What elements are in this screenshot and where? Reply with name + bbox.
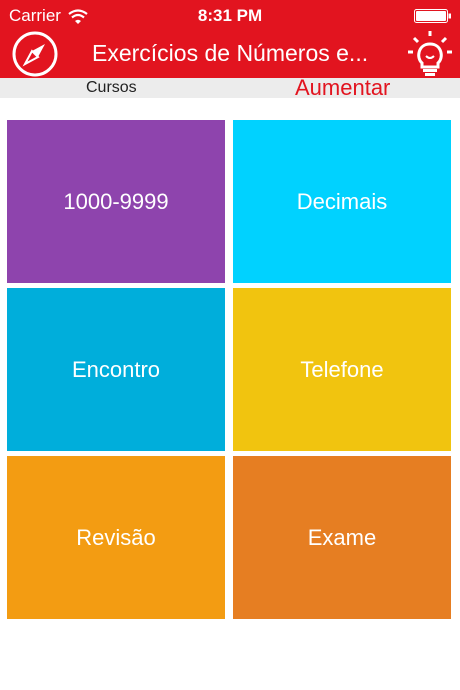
tile-encontro[interactable]: Encontro (7, 288, 225, 451)
status-time: 8:31 PM (197, 6, 263, 25)
lightbulb-button[interactable] (406, 30, 454, 78)
aumentar-button[interactable]: Aumentar (295, 75, 390, 101)
tile-label: 1000-9999 (63, 188, 169, 214)
tile-label: Decimais (296, 188, 388, 214)
cursos-tab[interactable]: Cursos (86, 79, 137, 97)
tile-revisao[interactable]: Revisão (7, 456, 225, 619)
tile-exame[interactable]: Exame (233, 456, 451, 619)
tile-telefone[interactable]: Telefone (233, 288, 451, 451)
page-title: Exercícios de Números e... (92, 40, 369, 66)
compass-icon (12, 31, 58, 77)
tile-label: Revisão (76, 524, 156, 550)
compass-button[interactable] (12, 31, 58, 77)
tile-label: Telefone (300, 356, 384, 382)
tile-1000-9999[interactable]: 1000-9999 (7, 120, 225, 283)
status-bar: Carrier 8:31 PM (0, 0, 460, 30)
tile-label: Exame (307, 524, 377, 550)
lightbulb-icon (408, 31, 452, 76)
tile-label: Encontro (71, 356, 161, 382)
battery-full-icon (414, 9, 451, 23)
tile-decimais[interactable]: Decimais (233, 120, 451, 283)
segment-bar: Cursos Aumentar (0, 75, 460, 101)
header: Carrier 8:31 PM Exercícios de Números e.… (0, 0, 460, 78)
